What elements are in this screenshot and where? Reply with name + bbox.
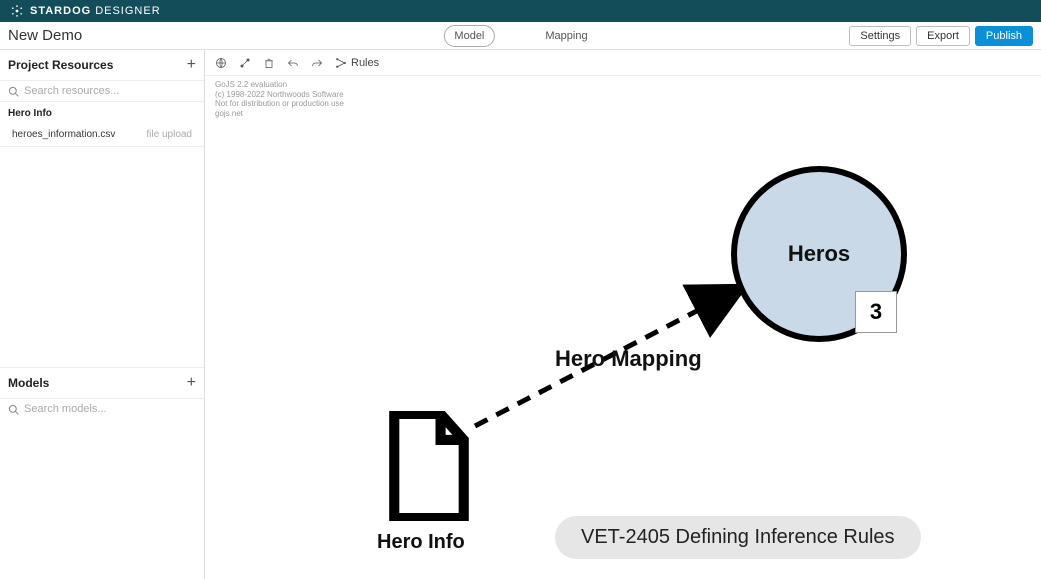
tab-mapping[interactable]: Mapping [535,26,597,46]
header-actions: Settings Export Publish [849,26,1033,46]
search-icon [8,86,19,97]
sidebar: Project Resources + Hero Info heroes_inf… [0,50,205,579]
delete-tool-icon[interactable] [263,57,275,69]
datasource-node-heroinfo[interactable] [385,411,473,521]
export-button[interactable]: Export [916,26,970,46]
resource-file-row[interactable]: heroes_information.csv file upload [0,125,204,147]
diagram-canvas[interactable]: Heros 3 Hero Info Hero Mapping VET-2405 … [205,76,1041,579]
search-icon [8,404,19,415]
canvas-area: Rules GoJS 2.2 evaluation (c) 1998-2022 … [205,50,1041,579]
search-models-input[interactable] [24,403,196,415]
mapping-edge-label: Hero Mapping [555,346,702,372]
view-tabs: Model Mapping [443,25,597,47]
search-resources-input[interactable] [24,85,196,97]
relation-tool-icon[interactable] [239,57,251,69]
overlay-caption-pill: VET-2405 Defining Inference Rules [555,516,921,559]
resource-file-meta: file upload [146,129,192,140]
models-panel-header: Models + [0,367,204,399]
brand-name: STARDOG [30,5,91,17]
rules-icon [335,57,347,69]
add-model-button[interactable]: + [187,374,196,392]
globe-tool-icon[interactable] [215,57,227,69]
project-title[interactable]: New Demo [8,27,82,44]
tab-model[interactable]: Model [443,25,495,47]
canvas-toolbar: Rules [205,50,1041,76]
file-icon [385,411,473,521]
search-resources-row [0,81,204,102]
publish-button[interactable]: Publish [975,26,1033,46]
sub-header: New Demo Model Mapping Settings Export P… [0,22,1041,50]
resources-panel-header: Project Resources + [0,50,204,81]
add-resource-button[interactable]: + [187,56,196,74]
resource-file-name: heroes_information.csv [12,129,115,140]
resource-group-label[interactable]: Hero Info [0,102,204,125]
rules-button[interactable]: Rules [335,57,379,69]
attribute-count-badge[interactable]: 3 [855,291,897,333]
resources-header-label: Project Resources [8,58,113,72]
rules-label: Rules [351,57,379,69]
brand-logo-icon [10,4,24,18]
search-models-row [0,399,204,419]
redo-tool-icon[interactable] [311,57,323,69]
brand-suffix: DESIGNER [95,5,160,17]
datasource-node-label: Hero Info [377,531,465,554]
app-topbar: STARDOG DESIGNER [0,0,1041,22]
class-node-label: Heros [788,241,850,267]
models-header-label: Models [8,376,49,390]
undo-tool-icon[interactable] [287,57,299,69]
settings-button[interactable]: Settings [849,26,911,46]
